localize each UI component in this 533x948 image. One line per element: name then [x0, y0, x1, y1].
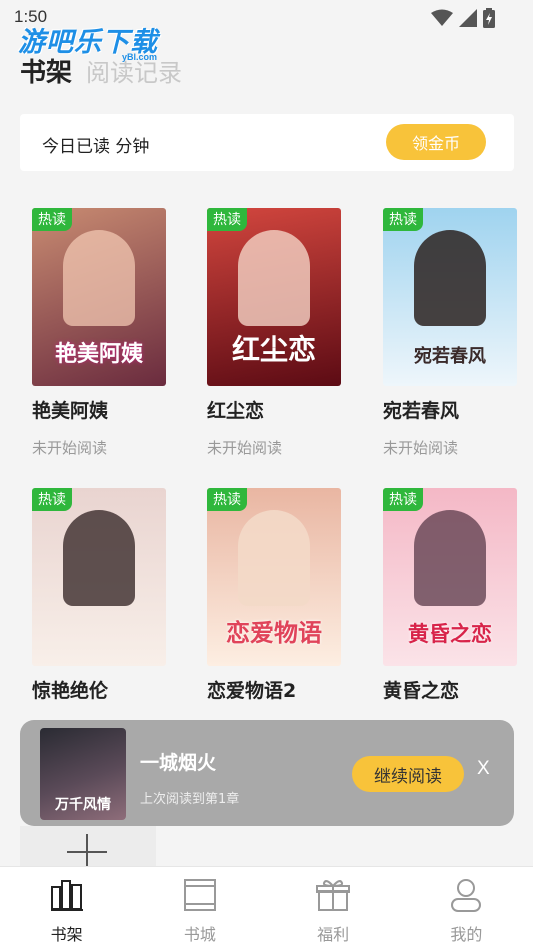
cover-figure [414, 230, 486, 326]
tab-bookshelf[interactable]: 书架 [20, 52, 72, 89]
nav-item-bookshelf[interactable]: 书架 [0, 867, 133, 948]
book-title: 惊艳绝伦 [32, 680, 109, 702]
daily-reading-text: 今日已读 分钟 [42, 137, 150, 157]
book-cover[interactable]: 艳美阿姨 热读 [32, 208, 166, 386]
cover-title: 黄昏之恋 [408, 621, 492, 646]
book-cover[interactable]: 黄昏之恋 热读 [383, 488, 517, 666]
top-tabs: 书架 阅读记录 [20, 52, 182, 89]
cover-figure [63, 510, 135, 606]
book-card[interactable]: 红尘恋 热读 红尘恋 未开始阅读 [207, 208, 347, 458]
status-icons [431, 8, 495, 28]
last-book-title: 一城烟火 [140, 752, 217, 774]
book-cover[interactable]: 红尘恋 热读 [207, 208, 341, 386]
cover-title: 宛若春风 [414, 346, 486, 367]
tab-reading-history[interactable]: 阅读记录 [86, 53, 182, 88]
hot-badge: 热读 [207, 488, 247, 511]
bookstore-icon [183, 879, 216, 911]
book-status: 未开始阅读 [383, 439, 459, 457]
book-card[interactable]: 艳美阿姨 热读 艳美阿姨 未开始阅读 [32, 208, 172, 458]
hot-badge: 热读 [383, 488, 423, 511]
cover-figure [63, 230, 135, 326]
book-card[interactable]: 黄昏之恋 热读 黄昏之恋 [383, 488, 523, 703]
book-title: 宛若春风 [383, 400, 460, 422]
bottom-nav: 书架 书城 福利 我的 [0, 866, 533, 948]
book-title: 黄昏之恋 [383, 680, 460, 702]
nav-item-welfare[interactable]: 福利 [267, 867, 400, 948]
cover-figure [238, 510, 310, 606]
nav-label: 福利 [317, 925, 350, 944]
nav-item-bookstore[interactable]: 书城 [133, 867, 266, 948]
nav-item-profile[interactable]: 我的 [400, 867, 533, 948]
continue-reading-banner[interactable]: 万千风情 一城烟火 上次阅读到第1章 继续阅读 X [20, 720, 514, 826]
cover-figure [414, 510, 486, 606]
add-book-tile[interactable] [20, 826, 156, 868]
wifi-icon [431, 9, 453, 26]
daily-reading-card: 今日已读 分钟 领金币 [20, 114, 514, 171]
book-card[interactable]: 热读 惊艳绝伦 [32, 488, 172, 703]
cover-title: 红尘恋 [231, 333, 316, 366]
hot-badge: 热读 [383, 208, 423, 231]
hot-badge: 热读 [32, 208, 72, 231]
cover-figure [238, 230, 310, 326]
book-cover[interactable]: 宛若春风 热读 [383, 208, 517, 386]
book-card[interactable]: 宛若春风 热读 宛若春风 未开始阅读 [383, 208, 523, 458]
book-title: 艳美阿姨 [32, 400, 109, 422]
last-book-cover-title: 万千风情 [55, 797, 111, 813]
profile-icon [451, 879, 482, 912]
nav-label: 我的 [450, 925, 483, 944]
book-cover[interactable]: 恋爱物语 热读 [207, 488, 341, 666]
bookshelf-icon [50, 880, 83, 911]
nav-label: 书城 [183, 925, 216, 944]
book-title: 红尘恋 [207, 400, 265, 422]
nav-label: 书架 [50, 925, 83, 944]
signal-icon [459, 9, 477, 27]
cover-title: 恋爱物语 [226, 618, 322, 647]
book-status: 未开始阅读 [32, 439, 108, 457]
claim-coins-button[interactable]: 领金币 [386, 124, 486, 160]
gift-icon [316, 880, 351, 911]
book-card[interactable]: 恋爱物语 热读 恋爱物语2 [207, 488, 347, 703]
book-status: 未开始阅读 [207, 439, 283, 457]
hot-badge: 热读 [32, 488, 72, 511]
last-read-progress: 上次阅读到第1章 [140, 792, 240, 807]
book-title: 恋爱物语2 [207, 680, 297, 702]
close-banner-button[interactable]: X [477, 758, 490, 780]
cover-title: 艳美阿姨 [54, 341, 143, 367]
battery-icon [483, 8, 495, 28]
continue-reading-button[interactable]: 继续阅读 [352, 756, 464, 792]
last-book-cover[interactable]: 万千风情 [40, 728, 126, 820]
book-cover[interactable]: 热读 [32, 488, 166, 666]
hot-badge: 热读 [207, 208, 247, 231]
